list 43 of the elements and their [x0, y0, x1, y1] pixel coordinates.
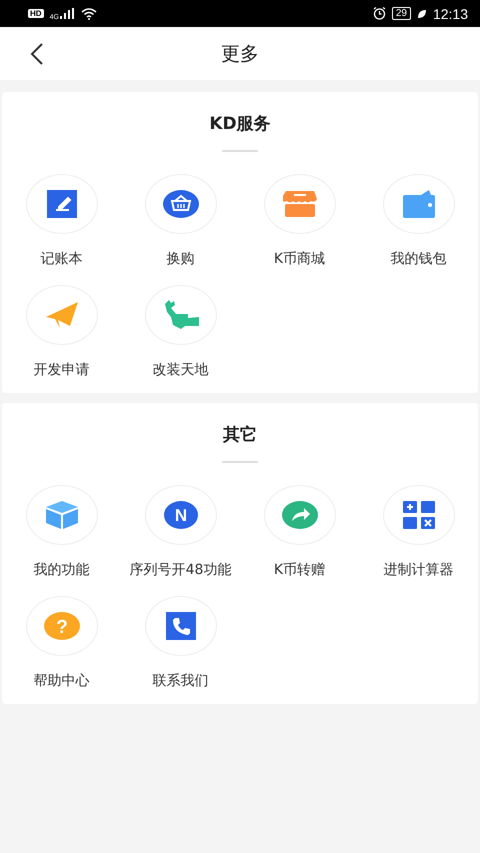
feature-button[interactable] — [144, 174, 216, 234]
feature-label: 记账本 — [40, 250, 82, 268]
feature-button[interactable] — [26, 485, 98, 545]
leaf-icon — [416, 8, 427, 18]
feature-button[interactable] — [144, 596, 216, 656]
page-title: 更多 — [221, 42, 259, 66]
feature-label: K币商城 — [274, 250, 326, 268]
feature-button[interactable] — [264, 485, 336, 545]
hd-badge: HD — [28, 9, 44, 18]
calculator-icon — [402, 501, 434, 529]
pencil-note-icon — [46, 190, 76, 218]
battery-level: 29 — [392, 7, 411, 20]
alarm-icon — [372, 7, 386, 20]
feature-label: 序列号开48功能 — [130, 561, 232, 579]
feature-button[interactable] — [144, 285, 216, 345]
paper-plane-icon — [46, 302, 78, 328]
feature-label: 我的钱包 — [390, 250, 446, 268]
feature-label: K币转赠 — [274, 561, 326, 579]
feature-label: 我的功能 — [34, 561, 90, 579]
help-icon: ? — [44, 612, 80, 640]
phone-icon — [166, 612, 196, 640]
letter-badge-icon: N — [164, 501, 198, 529]
feature-label: 开发申请 — [34, 361, 90, 379]
feature-button[interactable] — [382, 485, 454, 545]
feature-label: 换购 — [166, 250, 194, 268]
feature-button[interactable] — [26, 174, 98, 234]
signal-icon — [60, 8, 74, 19]
cube-icon — [46, 501, 78, 529]
back-button[interactable] — [30, 42, 44, 66]
feature-label: 改装天地 — [152, 361, 208, 379]
wallet-icon — [402, 190, 434, 218]
basket-icon — [162, 190, 198, 218]
feature-label: 进制计算器 — [384, 561, 454, 579]
feature-button[interactable] — [264, 174, 336, 234]
section-title: KD服务 — [209, 113, 271, 135]
section-title: 其它 — [223, 424, 257, 446]
feature-label: 帮助中心 — [34, 672, 90, 690]
feature-label: 联系我们 — [152, 672, 208, 690]
feature-button[interactable]: N — [144, 485, 216, 545]
feature-button[interactable] — [382, 174, 454, 234]
clock-time: 12:13 — [432, 6, 468, 22]
wifi-icon — [80, 8, 97, 20]
shop-icon — [282, 191, 316, 217]
